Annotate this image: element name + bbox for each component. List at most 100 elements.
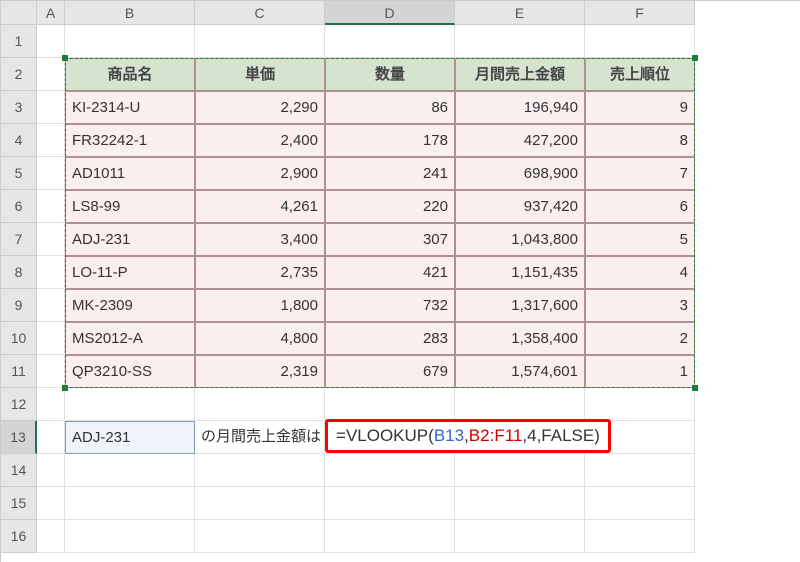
table-row[interactable]: 679	[325, 355, 455, 388]
row-header-8[interactable]: 8	[1, 256, 37, 289]
cell-A14[interactable]	[37, 454, 65, 487]
cell-A10[interactable]	[37, 322, 65, 355]
row-header-1[interactable]: 1	[1, 25, 37, 58]
cell-B16[interactable]	[65, 520, 195, 553]
table-row[interactable]: 2,735	[195, 256, 325, 289]
cell-A5[interactable]	[37, 157, 65, 190]
table-row[interactable]: 241	[325, 157, 455, 190]
table-row[interactable]: 196,940	[455, 91, 585, 124]
table-row[interactable]: LS8-99	[65, 190, 195, 223]
table-row[interactable]: 283	[325, 322, 455, 355]
table-row[interactable]: 5	[585, 223, 695, 256]
cell-D16[interactable]	[325, 520, 455, 553]
col-header-A[interactable]: A	[37, 1, 65, 25]
cell-D14[interactable]	[325, 454, 455, 487]
table-row[interactable]: KI-2314-U	[65, 91, 195, 124]
cell-A7[interactable]	[37, 223, 65, 256]
table-row[interactable]: 2,900	[195, 157, 325, 190]
table-row[interactable]: 9	[585, 91, 695, 124]
cell-A8[interactable]	[37, 256, 65, 289]
range-handle[interactable]	[62, 55, 68, 61]
table-row[interactable]: 937,420	[455, 190, 585, 223]
row-header-16[interactable]: 16	[1, 520, 37, 553]
table-row[interactable]: 1	[585, 355, 695, 388]
cell-A6[interactable]	[37, 190, 65, 223]
row-header-15[interactable]: 15	[1, 487, 37, 520]
table-row[interactable]: 220	[325, 190, 455, 223]
cell-A9[interactable]	[37, 289, 65, 322]
col-header-F[interactable]: F	[585, 1, 695, 25]
cell-A4[interactable]	[37, 124, 65, 157]
table-header-price[interactable]: 単価	[195, 58, 325, 91]
select-all-corner[interactable]	[1, 1, 37, 25]
cell-F14[interactable]	[585, 454, 695, 487]
cell-E1[interactable]	[455, 25, 585, 58]
table-row[interactable]: 307	[325, 223, 455, 256]
cell-A16[interactable]	[37, 520, 65, 553]
row-header-3[interactable]: 3	[1, 91, 37, 124]
cell-F16[interactable]	[585, 520, 695, 553]
table-row[interactable]: 8	[585, 124, 695, 157]
table-row[interactable]: 1,574,601	[455, 355, 585, 388]
cell-A2[interactable]	[37, 58, 65, 91]
col-header-B[interactable]: B	[65, 1, 195, 25]
row-header-12[interactable]: 12	[1, 388, 37, 421]
table-row[interactable]: 178	[325, 124, 455, 157]
col-header-E[interactable]: E	[455, 1, 585, 25]
table-row[interactable]: 1,043,800	[455, 223, 585, 256]
cell-D15[interactable]	[325, 487, 455, 520]
lookup-label-cell[interactable]: の月間売上金額は	[195, 421, 325, 454]
range-handle[interactable]	[692, 385, 698, 391]
cell-E15[interactable]	[455, 487, 585, 520]
cell-D12[interactable]	[325, 388, 455, 421]
table-row[interactable]: 3	[585, 289, 695, 322]
table-row[interactable]: 4,800	[195, 322, 325, 355]
cell-C1[interactable]	[195, 25, 325, 58]
table-row[interactable]: 6	[585, 190, 695, 223]
row-header-7[interactable]: 7	[1, 223, 37, 256]
row-header-5[interactable]: 5	[1, 157, 37, 190]
table-header-qty[interactable]: 数量	[325, 58, 455, 91]
cell-F15[interactable]	[585, 487, 695, 520]
cell-A11[interactable]	[37, 355, 65, 388]
table-header-rank[interactable]: 売上順位	[585, 58, 695, 91]
cell-A1[interactable]	[37, 25, 65, 58]
cell-C12[interactable]	[195, 388, 325, 421]
table-row[interactable]: MS2012-A	[65, 322, 195, 355]
row-header-13[interactable]: 13	[1, 421, 37, 454]
table-row[interactable]: QP3210-SS	[65, 355, 195, 388]
cell-A12[interactable]	[37, 388, 65, 421]
table-row[interactable]: 86	[325, 91, 455, 124]
table-row[interactable]: 4	[585, 256, 695, 289]
range-handle[interactable]	[62, 385, 68, 391]
formula-edit-box[interactable]: =VLOOKUP(B13,B2:F11,4,FALSE)	[325, 419, 611, 453]
cell-B1[interactable]	[65, 25, 195, 58]
cell-B12[interactable]	[65, 388, 195, 421]
table-row[interactable]: 2,319	[195, 355, 325, 388]
table-row[interactable]: 2,400	[195, 124, 325, 157]
table-row[interactable]: 7	[585, 157, 695, 190]
table-row[interactable]: 421	[325, 256, 455, 289]
lookup-value-cell[interactable]: ADJ-231	[65, 421, 195, 454]
cell-A3[interactable]	[37, 91, 65, 124]
table-header-sales[interactable]: 月間売上金額	[455, 58, 585, 91]
table-row[interactable]: 1,317,600	[455, 289, 585, 322]
table-row[interactable]: 1,151,435	[455, 256, 585, 289]
cell-E12[interactable]	[455, 388, 585, 421]
table-row[interactable]: 1,800	[195, 289, 325, 322]
cell-C15[interactable]	[195, 487, 325, 520]
row-header-10[interactable]: 10	[1, 322, 37, 355]
row-header-6[interactable]: 6	[1, 190, 37, 223]
table-row[interactable]: 2	[585, 322, 695, 355]
row-header-4[interactable]: 4	[1, 124, 37, 157]
table-row[interactable]: 3,400	[195, 223, 325, 256]
table-row[interactable]: MK-2309	[65, 289, 195, 322]
row-header-14[interactable]: 14	[1, 454, 37, 487]
cell-E16[interactable]	[455, 520, 585, 553]
table-row[interactable]: 1,358,400	[455, 322, 585, 355]
row-header-2[interactable]: 2	[1, 58, 37, 91]
row-header-11[interactable]: 11	[1, 355, 37, 388]
cell-E14[interactable]	[455, 454, 585, 487]
table-header-name[interactable]: 商品名	[65, 58, 195, 91]
range-handle[interactable]	[692, 55, 698, 61]
